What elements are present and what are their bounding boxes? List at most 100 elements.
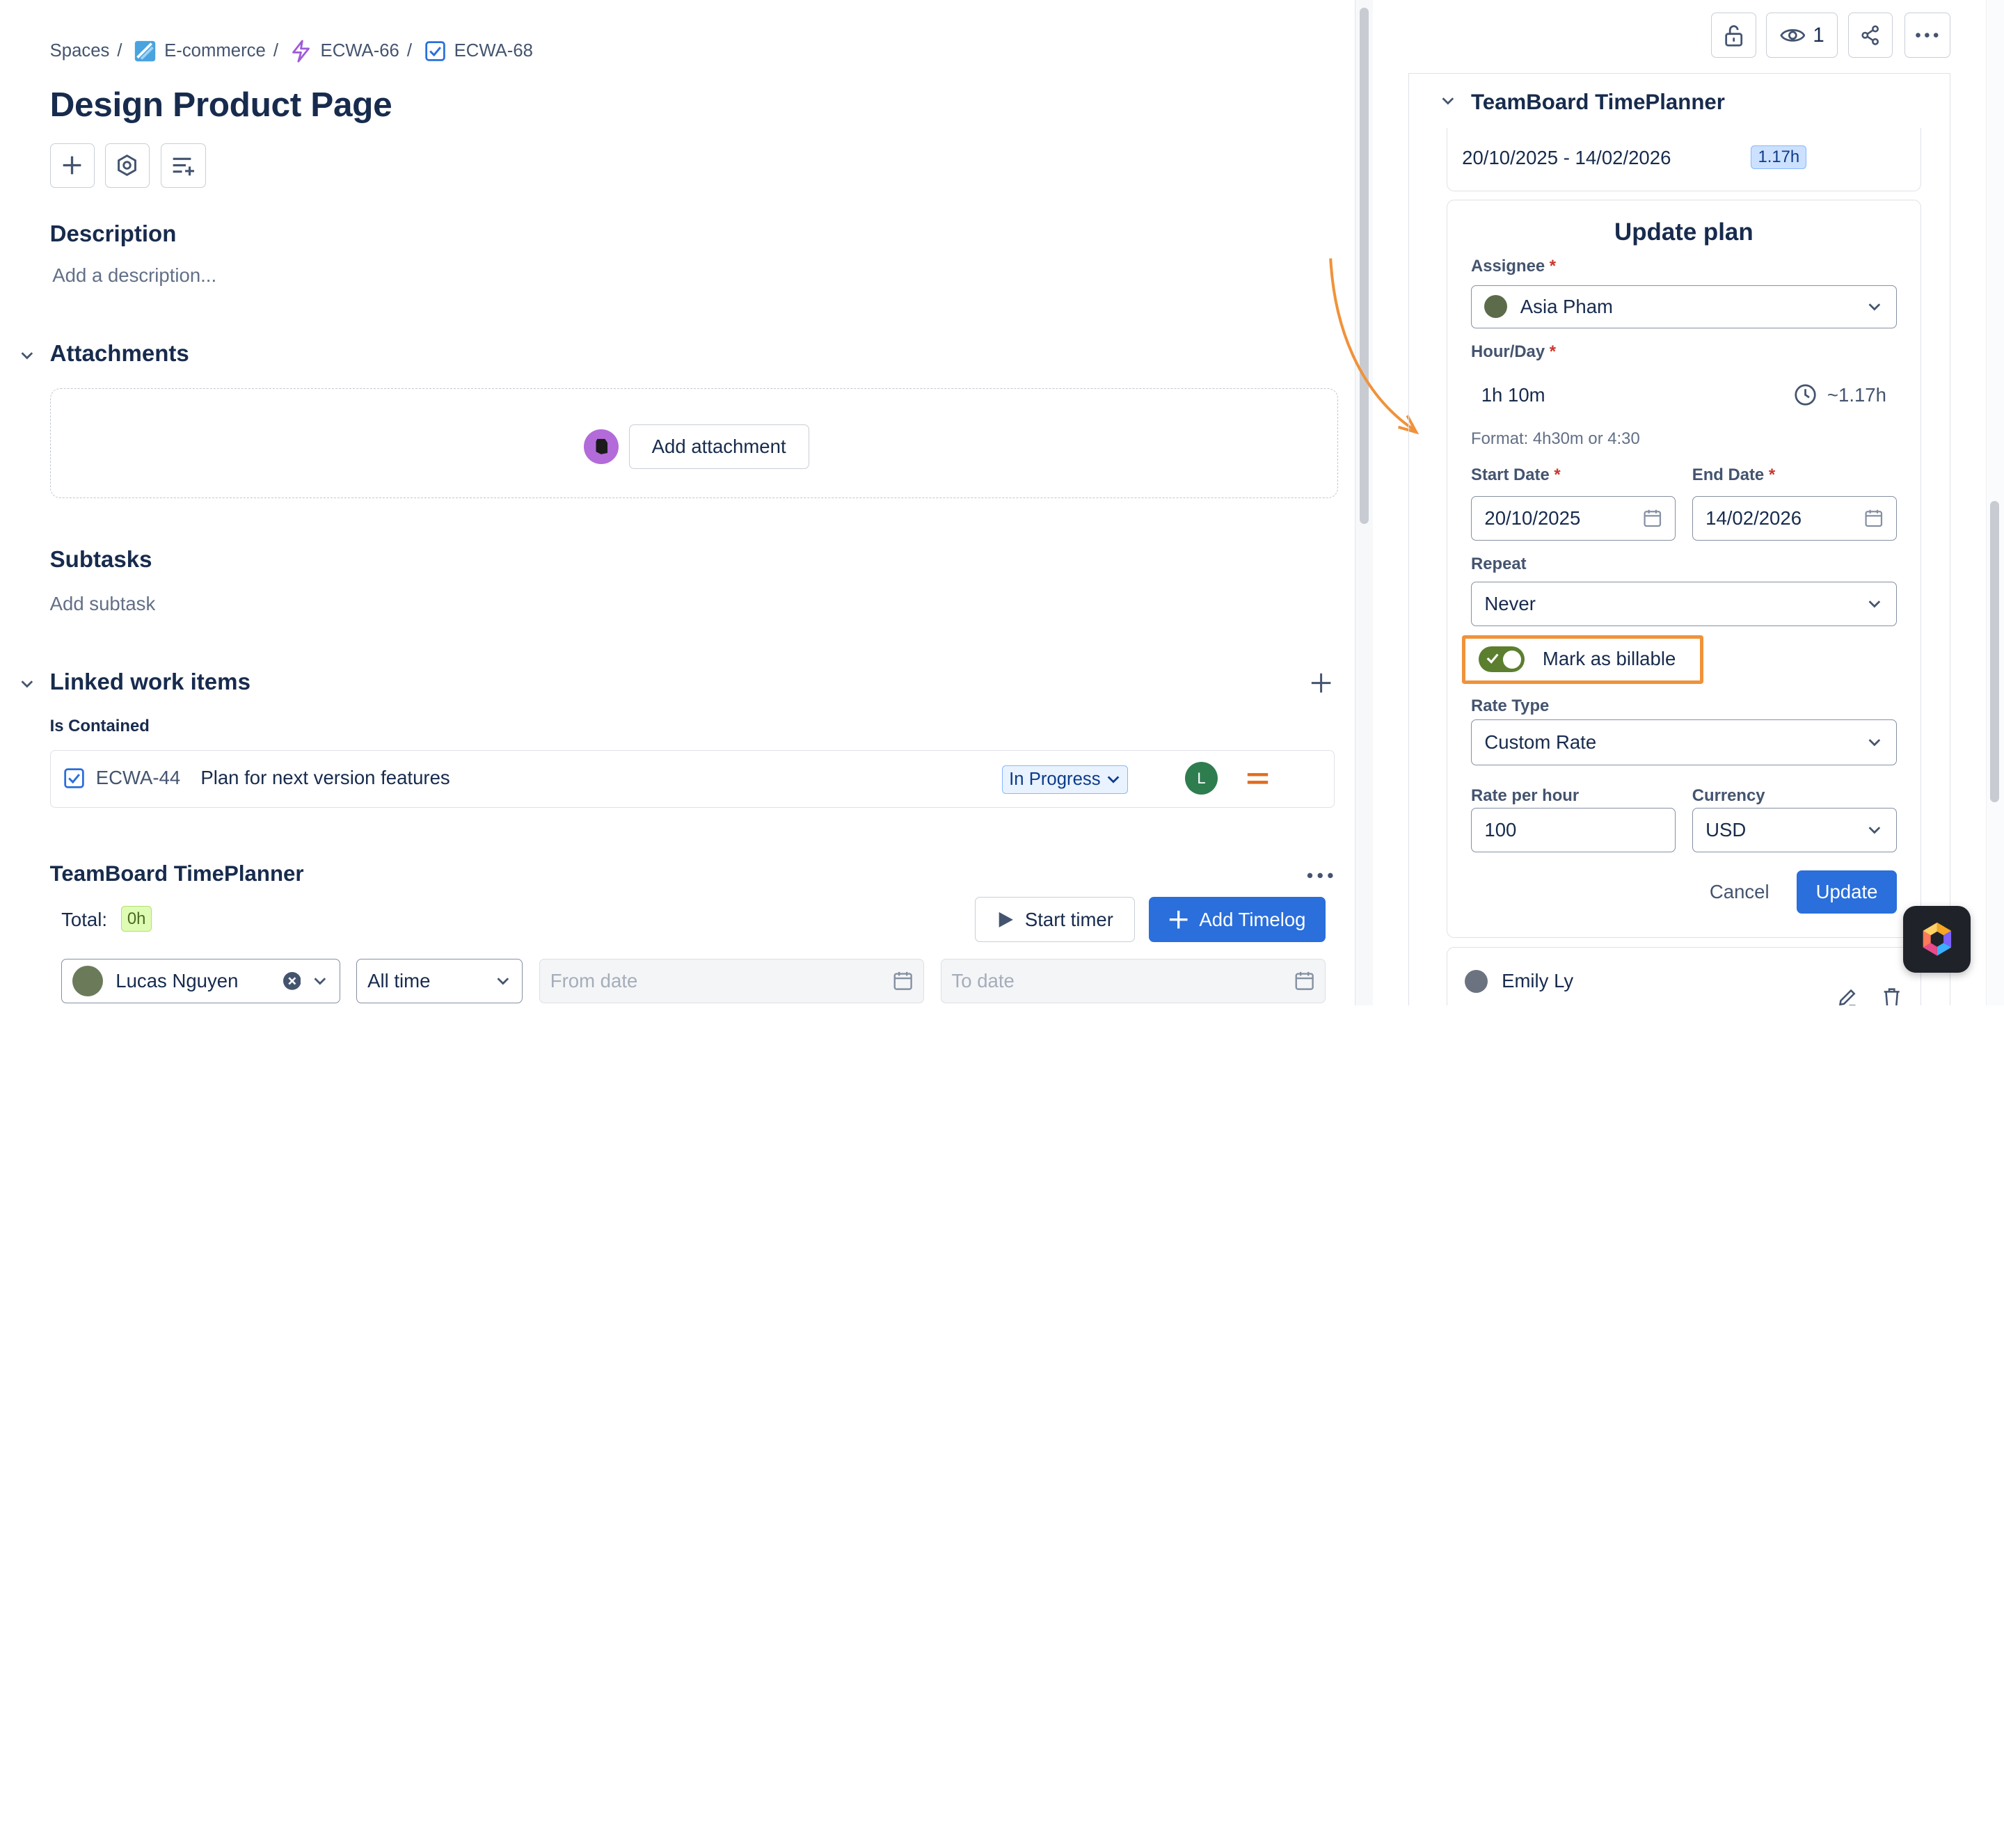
end-date-label: End Date * — [1692, 465, 1776, 484]
watchers-button[interactable]: 1 — [1766, 13, 1838, 58]
calendar-icon — [1294, 971, 1314, 991]
user-filter-select[interactable]: Lucas Nguyen — [61, 958, 340, 1003]
add-attachment-button[interactable]: Add attachment — [628, 424, 809, 470]
link-group-label: Is Contained — [49, 717, 150, 736]
play-icon — [996, 911, 1015, 929]
status-dropdown[interactable]: In Progress — [1001, 765, 1129, 794]
start-date-input[interactable]: 20/10/2025 — [1471, 495, 1676, 541]
apps-button[interactable] — [104, 143, 150, 188]
clock-icon — [1794, 383, 1817, 406]
user-filter-value: Lucas Nguyen — [116, 969, 239, 991]
description-input[interactable]: Add a description... — [52, 264, 216, 287]
currency-label: Currency — [1692, 786, 1765, 805]
add-timelog-button[interactable]: Add Timelog — [1149, 897, 1326, 942]
plus-icon — [1168, 909, 1188, 930]
more-icon — [1914, 31, 1940, 39]
plan-range: 20/10/2025 - 14/02/2026 — [1462, 147, 1671, 169]
from-date-input[interactable]: From date — [539, 958, 924, 1003]
panel-heading: TeamBoard TimePlanner — [1471, 89, 1725, 114]
panel-scrollbar-thumb[interactable] — [1989, 500, 1999, 803]
billable-label[interactable]: Mark as billable — [1543, 648, 1676, 670]
range-filter-select[interactable]: All time — [356, 958, 523, 1003]
breadcrumb-separator: / — [273, 40, 278, 61]
project-icon — [134, 40, 157, 63]
clear-icon[interactable] — [283, 971, 301, 990]
start-timer-button[interactable]: Start timer — [975, 897, 1135, 942]
plan-hours-badge: 1.17h — [1751, 145, 1807, 170]
calendar-icon — [893, 971, 913, 991]
linked-item-summary[interactable]: Plan for next version features — [200, 767, 450, 789]
hourday-input[interactable]: 1h 10m ~1.17h — [1471, 371, 1897, 420]
more-actions-button[interactable] — [1904, 13, 1950, 58]
to-date-input[interactable]: To date — [940, 958, 1326, 1003]
assignee-select[interactable]: Asia Pham — [1471, 285, 1897, 329]
list-plus-icon — [170, 154, 196, 177]
currency-value: USD — [1705, 818, 1747, 841]
repeat-select[interactable]: Never — [1471, 581, 1897, 626]
range-filter-value: All time — [367, 969, 431, 991]
attachments-heading: Attachments — [49, 341, 189, 367]
hourday-calc: ~1.17h — [1827, 383, 1886, 406]
linked-items-heading: Linked work items — [49, 669, 250, 696]
add-checklist-button[interactable] — [161, 143, 206, 188]
status-label: In Progress — [1009, 769, 1101, 789]
eye-icon — [1779, 26, 1806, 45]
attachment-app-icon — [584, 429, 619, 464]
chevron-down-icon — [1866, 733, 1884, 751]
currency-select[interactable]: USD — [1692, 807, 1897, 853]
total-label: Total: — [61, 908, 107, 930]
trash-icon[interactable] — [1882, 987, 1902, 1006]
update-button[interactable]: Update — [1797, 870, 1897, 914]
breadcrumb-separator: / — [406, 40, 413, 61]
chevron-down-icon — [494, 972, 512, 990]
start-date-label: Start Date * — [1471, 465, 1561, 484]
edit-icon[interactable] — [1836, 987, 1858, 1006]
check-icon — [1485, 651, 1500, 666]
priority-medium-icon — [1246, 770, 1269, 788]
add-timelog-label: Add Timelog — [1199, 908, 1306, 930]
rate-input[interactable]: 100 — [1471, 807, 1676, 853]
rate-type-select[interactable]: Custom Rate — [1471, 719, 1897, 766]
linked-item-key[interactable]: ECWA-44 — [96, 767, 180, 789]
hexagon-logo-icon — [1920, 921, 1954, 957]
assignee-value: Asia Pham — [1520, 295, 1613, 317]
hourday-label: Hour/Day * — [1471, 342, 1557, 362]
page-title: Design Product Page — [49, 85, 392, 125]
plan-entry-user: Emily Ly — [1502, 970, 1574, 992]
add-button[interactable] — [49, 143, 95, 188]
chevron-down-icon[interactable] — [18, 675, 36, 693]
chevron-down-icon[interactable] — [18, 346, 36, 365]
breadcrumb-spaces[interactable]: Spaces — [50, 41, 110, 61]
rate-value: 100 — [1484, 818, 1517, 841]
repeat-value: Never — [1484, 592, 1536, 614]
unlock-icon — [1724, 24, 1744, 47]
rate-label: Rate per hour — [1471, 786, 1580, 805]
add-link-plus-icon[interactable] — [1310, 672, 1332, 694]
breadcrumb-project[interactable]: E-commerce — [164, 41, 266, 61]
description-heading: Description — [49, 221, 177, 247]
epic-lightning-icon — [289, 40, 312, 63]
add-subtask-link[interactable]: Add subtask — [50, 593, 156, 615]
breadcrumb-task[interactable]: ECWA-68 — [454, 41, 533, 61]
calendar-icon — [1643, 509, 1662, 528]
watchers-count: 1 — [1813, 23, 1824, 47]
hourday-value: 1h 10m — [1481, 383, 1545, 406]
start-timer-label: Start timer — [1024, 908, 1113, 930]
floating-app-button[interactable] — [1902, 906, 1971, 973]
chevron-down-icon — [1106, 772, 1121, 787]
lock-button[interactable] — [1711, 13, 1756, 58]
user-avatar — [72, 965, 103, 996]
cancel-button[interactable]: Cancel — [1694, 870, 1784, 914]
end-date-input[interactable]: 14/02/2026 — [1692, 495, 1897, 541]
plus-icon — [61, 154, 84, 177]
hexagon-settings-icon — [116, 154, 138, 177]
more-icon[interactable] — [1306, 870, 1334, 881]
from-date-placeholder: From date — [550, 969, 638, 991]
chevron-down-icon[interactable] — [1439, 92, 1457, 110]
total-badge: 0h — [121, 906, 152, 932]
share-button[interactable] — [1847, 13, 1893, 58]
assignee-avatar — [1484, 295, 1508, 319]
breadcrumb-epic[interactable]: ECWA-66 — [321, 41, 399, 61]
billable-toggle[interactable] — [1479, 646, 1525, 673]
subtasks-heading: Subtasks — [49, 547, 152, 573]
